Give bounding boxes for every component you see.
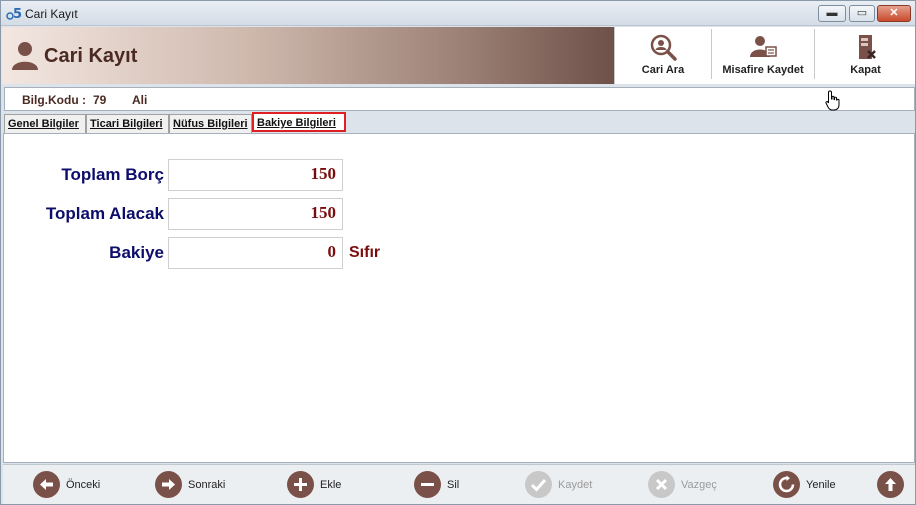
save-button[interactable]: Kaydet (525, 471, 605, 499)
balance-panel: Toplam Borç 150 Toplam Alacak 150 Bakiye… (3, 133, 915, 463)
minimize-button[interactable]: ▬ (818, 5, 846, 22)
save-as-guest-label: Misafire Kaydet (722, 64, 804, 76)
close-window-button[interactable]: ✕ (877, 5, 911, 22)
delete-button[interactable]: Sil (414, 471, 474, 499)
title-bar: 5 Cari Kayıt ▬ ▭ ✕ (1, 1, 915, 26)
close-form-button[interactable]: Kapat (815, 27, 916, 84)
arrow-right-icon (155, 471, 182, 498)
page-title: Cari Kayıt (44, 45, 138, 67)
tab-commercial-info[interactable]: Ticari Bilgileri (86, 114, 169, 133)
balance-value: 0 (327, 242, 337, 261)
toolbar: Cari Ara Misafire Kaydet Kapat (614, 27, 915, 84)
x-icon (648, 471, 675, 498)
door-exit-icon (858, 35, 876, 59)
cancel-label: Vazgeç (681, 479, 717, 491)
scroll-up-button[interactable] (877, 471, 905, 499)
add-label: Ekle (320, 479, 342, 491)
refresh-icon (773, 471, 800, 498)
total-debt-value: 150 (310, 164, 337, 183)
minus-icon (414, 471, 441, 498)
total-credit-label: Toplam Alacak (45, 204, 164, 223)
delete-label: Sil (447, 479, 460, 491)
plus-icon (287, 471, 314, 498)
check-icon (525, 471, 552, 498)
app-icon: 5 (6, 5, 22, 22)
svg-text:5: 5 (13, 7, 22, 21)
record-code-value: 79 (93, 93, 107, 107)
minimize-icon: ▬ (826, 7, 838, 19)
maximize-icon: ▭ (856, 7, 868, 19)
arrow-up-icon (877, 471, 904, 498)
tab-population-info[interactable]: Nüfus Bilgileri (169, 114, 252, 133)
close-icon: ✕ (889, 7, 899, 19)
record-info-bar: Bilg.Kodu : 79 Ali (4, 87, 915, 111)
guest-user-icon (750, 36, 777, 57)
window-title: Cari Kayıt (25, 7, 78, 21)
balance-in-words: Sıfır (349, 244, 381, 261)
cancel-button[interactable]: Vazgeç (648, 471, 728, 499)
navigation-bar: Önceki Sonraki Ekle Sil Kaydet Vazgeç Ye… (3, 464, 915, 504)
app-window: 5 Cari Kayıt ▬ ▭ ✕ Cari Kayıt Cari Ara M… (0, 0, 916, 505)
record-code-label: Bilg.Kodu : (22, 93, 86, 107)
page-header: Cari Kayıt (2, 27, 614, 84)
balance-field[interactable]: 0 (168, 237, 343, 269)
previous-button[interactable]: Önceki (33, 471, 113, 499)
next-label: Sonraki (188, 479, 226, 491)
search-account-button[interactable]: Cari Ara (615, 27, 711, 84)
refresh-button[interactable]: Yenile (773, 471, 853, 499)
total-credit-value: 150 (310, 203, 337, 222)
total-debt-field[interactable]: 150 (168, 159, 343, 191)
next-button[interactable]: Sonraki (155, 471, 235, 499)
previous-label: Önceki (66, 479, 101, 491)
search-account-label: Cari Ara (641, 64, 685, 76)
tab-balance-info[interactable]: Bakiye Bilgileri (252, 112, 346, 132)
hand-pointer-icon (825, 90, 840, 111)
record-name-value: Ali (132, 93, 148, 107)
refresh-label: Yenile (806, 479, 836, 491)
close-form-label: Kapat (850, 64, 881, 76)
save-label: Kaydet (558, 479, 593, 491)
total-debt-label: Toplam Borç (61, 165, 164, 184)
save-as-guest-button[interactable]: Misafire Kaydet (712, 27, 814, 84)
person-icon (12, 42, 38, 70)
search-person-icon (650, 34, 677, 61)
arrow-left-icon (33, 471, 60, 498)
maximize-button[interactable]: ▭ (849, 5, 875, 22)
tab-general-info[interactable]: Genel Bilgiler (4, 114, 86, 133)
total-credit-field[interactable]: 150 (168, 198, 343, 230)
add-button[interactable]: Ekle (287, 471, 357, 499)
balance-label: Bakiye (109, 243, 164, 262)
